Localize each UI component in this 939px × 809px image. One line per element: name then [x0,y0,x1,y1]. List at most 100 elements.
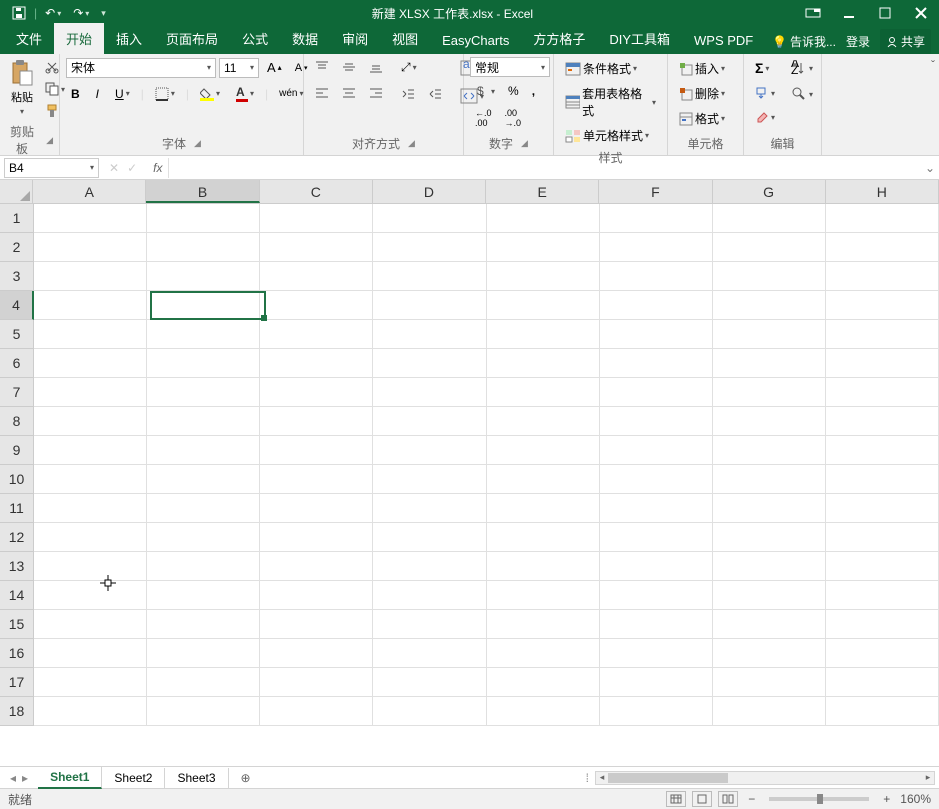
cell[interactable] [600,552,713,581]
cell[interactable] [826,262,939,291]
cell[interactable] [34,465,147,494]
font-color-button[interactable]: A▾ [231,82,259,105]
cell[interactable] [826,349,939,378]
cell-styles-button[interactable]: 单元格样式▾ [560,124,654,147]
cell[interactable] [260,465,373,494]
cell[interactable] [260,407,373,436]
row-header-9[interactable]: 9 [0,436,34,465]
page-layout-view-button[interactable] [692,791,712,807]
cell[interactable] [260,523,373,552]
cell[interactable] [147,552,260,581]
tell-me[interactable]: 💡 告诉我... [772,33,836,50]
cell[interactable] [373,494,486,523]
font-launcher[interactable]: ◢ [194,138,201,149]
scroll-thumb[interactable] [608,773,728,783]
cell[interactable] [713,552,826,581]
cell[interactable] [600,378,713,407]
cell[interactable] [487,291,600,320]
col-header-E[interactable]: E [486,180,599,203]
cell[interactable] [713,233,826,262]
cell[interactable] [147,610,260,639]
find-select-button[interactable]: ▾ [786,83,818,105]
cell[interactable] [260,494,373,523]
decrease-decimal-button[interactable]: .00→.0 [500,105,527,131]
col-header-D[interactable]: D [373,180,486,203]
cell[interactable] [713,407,826,436]
cell[interactable] [600,639,713,668]
cell[interactable] [260,581,373,610]
scroll-left-arrow[interactable]: ◂ [596,772,608,784]
align-bottom-button[interactable] [364,57,388,77]
cell[interactable] [826,204,939,233]
qat-customize[interactable]: ▾ [97,6,110,21]
sheet-nav-next[interactable]: ▸ [22,771,28,785]
cell[interactable] [147,523,260,552]
cell[interactable] [826,233,939,262]
cell[interactable] [600,523,713,552]
cell[interactable] [487,610,600,639]
row-header-6[interactable]: 6 [0,349,34,378]
cell[interactable] [600,204,713,233]
cell[interactable] [600,291,713,320]
cell[interactable] [826,465,939,494]
accounting-button[interactable]: $▾ [470,81,500,101]
cell[interactable] [147,378,260,407]
minimize-button[interactable] [831,0,867,26]
cell[interactable] [260,610,373,639]
cell[interactable] [34,378,147,407]
sort-filter-button[interactable]: AZ▾ [786,57,818,79]
row-header-13[interactable]: 13 [0,552,34,581]
cancel-formula-icon[interactable]: ✕ [109,161,119,175]
cell[interactable] [147,349,260,378]
cell[interactable] [147,465,260,494]
cell[interactable] [260,320,373,349]
decrease-indent-button[interactable] [396,84,420,104]
cell[interactable] [713,697,826,726]
cell[interactable] [713,523,826,552]
row-header-17[interactable]: 17 [0,668,34,697]
tab-diy[interactable]: DIY工具箱 [597,23,682,54]
cell[interactable] [826,639,939,668]
row-header-10[interactable]: 10 [0,465,34,494]
cell[interactable] [147,233,260,262]
cell[interactable] [487,407,600,436]
col-header-F[interactable]: F [599,180,712,203]
enter-formula-icon[interactable]: ✓ [127,161,137,175]
cell[interactable] [34,204,147,233]
cell[interactable] [487,494,600,523]
cell[interactable] [34,436,147,465]
cell[interactable] [373,262,486,291]
cell[interactable] [826,610,939,639]
paste-button[interactable]: 粘贴 ▾ [6,57,38,118]
align-center-button[interactable] [337,83,361,103]
cell[interactable] [487,349,600,378]
cell[interactable] [147,581,260,610]
align-left-button[interactable] [310,83,334,103]
cell[interactable] [34,639,147,668]
font-name-combo[interactable]: 宋体▾ [66,58,216,78]
cell[interactable] [600,697,713,726]
row-header-8[interactable]: 8 [0,407,34,436]
cell[interactable] [600,320,713,349]
cell[interactable] [826,378,939,407]
cell[interactable] [373,581,486,610]
cell[interactable] [487,262,600,291]
clipboard-launcher[interactable]: ◢ [46,135,53,146]
sheet-tab-1[interactable]: Sheet1 [38,767,102,789]
cell[interactable] [373,610,486,639]
collapse-ribbon-button[interactable]: ˇ [931,58,935,72]
cell[interactable] [34,349,147,378]
login-button[interactable]: 登录 [846,33,870,50]
fill-button[interactable]: ▾ [750,83,780,103]
cell[interactable] [373,378,486,407]
cell[interactable] [373,552,486,581]
tab-file[interactable]: 文件 [4,23,54,54]
row-header-2[interactable]: 2 [0,233,34,262]
tab-wps[interactable]: WPS PDF [682,27,765,54]
cell[interactable] [600,407,713,436]
cell[interactable] [713,378,826,407]
tab-view[interactable]: 视图 [380,23,430,54]
share-button[interactable]: 共享 [880,29,931,54]
tab-data[interactable]: 数据 [280,23,330,54]
fill-color-button[interactable]: ▾ [195,84,225,104]
